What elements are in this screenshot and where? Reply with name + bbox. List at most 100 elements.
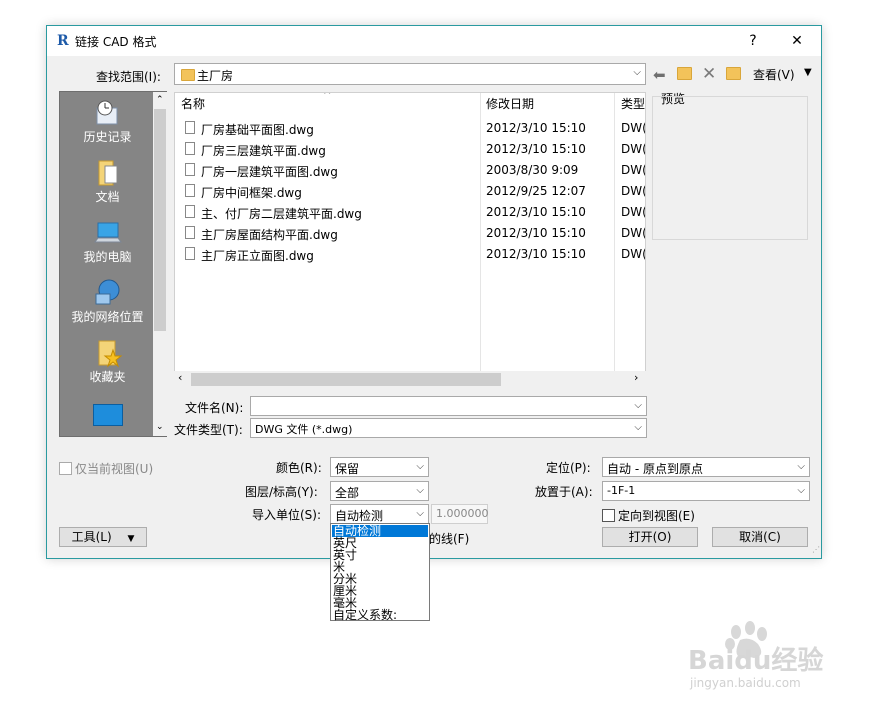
file-row[interactable]: 厂房一层建筑平面图.dwg 2003/8/30 9:09 DW( [175, 160, 646, 181]
units-dropdown-list: 自动检测 英尺 英寸 米 分米 厘米 毫米 自定义系数: [330, 523, 430, 621]
units-factor-field[interactable]: 1.000000 [431, 504, 489, 524]
filetype-combo[interactable]: DWG 文件 (*.dwg) ⌵ [250, 418, 647, 438]
column-header-date[interactable]: 修改日期 [486, 93, 534, 115]
view-menu[interactable]: 查看(V) [753, 66, 795, 83]
checkbox-box[interactable] [59, 462, 72, 475]
file-date: 2012/3/10 15:10 [486, 142, 586, 156]
scroll-left-icon[interactable]: ‹ [178, 371, 182, 384]
computer-icon [93, 218, 123, 248]
file-row[interactable]: 厂房三层建筑平面.dwg 2012/3/10 15:10 DW( [175, 139, 646, 160]
preview-pane [652, 96, 808, 240]
layers-label: 图层/标高(Y): [245, 485, 318, 499]
title-bar: R 链接 CAD 格式 ? ✕ [47, 26, 821, 56]
filename-input[interactable]: ⌵ [250, 396, 647, 416]
file-list: 名称 ^ 修改日期 类型 厂房基础平面图.dwg 2012/3/10 15:10… [174, 92, 646, 388]
file-row[interactable]: 厂房基础平面图.dwg 2012/3/10 15:10 DW( [175, 118, 646, 139]
place-label: 历史记录 [83, 130, 132, 144]
folder-icon [181, 69, 195, 81]
lookin-label: 查找范围(I): [96, 70, 161, 84]
file-type: DW( [621, 205, 646, 219]
network-icon [93, 278, 123, 308]
units-option[interactable]: 英寸 [333, 549, 427, 561]
file-type: DW( [621, 163, 646, 177]
scroll-right-icon[interactable]: › [634, 371, 638, 384]
file-date: 2012/3/10 15:10 [486, 121, 586, 135]
baidu-watermark: Baidu经验 jingyan.baidu.com [688, 618, 848, 691]
resize-grip-icon[interactable]: ⋰ [812, 545, 820, 554]
dropdown-arrow-icon: ▼ [127, 534, 135, 544]
file-icon [185, 184, 195, 197]
chevron-down-icon[interactable]: ⌵ [634, 400, 642, 411]
open-button[interactable]: 打开(O) [602, 527, 698, 547]
delete-icon[interactable]: ✕ [702, 64, 716, 84]
revit-logo-icon: R [57, 33, 69, 49]
tools-button-label: 工具(L) [71, 530, 112, 544]
back-icon[interactable]: ⬅ [653, 66, 666, 84]
file-type: DW( [621, 226, 646, 240]
place-favorites[interactable]: 收藏夹 [60, 338, 155, 385]
window-title: 链接 CAD 格式 [75, 35, 157, 49]
file-row[interactable]: 主厂房屋面结构平面.dwg 2012/3/10 15:10 DW( [175, 223, 646, 244]
view-dropdown-arrow-icon[interactable]: ▼ [804, 67, 812, 78]
places-scrollbar[interactable]: ⌃ ⌄ [153, 92, 167, 436]
units-option[interactable]: 自定义系数: [333, 609, 427, 621]
tools-button[interactable]: 工具(L) ▼ [59, 527, 147, 547]
column-header-type[interactable]: 类型 [621, 93, 645, 115]
file-name: 主厂房屋面结构平面.dwg [201, 228, 338, 242]
hscroll-thumb[interactable] [191, 373, 501, 386]
file-row[interactable]: 主、付厂房二层建筑平面.dwg 2012/3/10 15:10 DW( [175, 202, 646, 223]
up-folder-icon[interactable] [677, 67, 692, 83]
chevron-down-icon: ⌵ [633, 67, 641, 78]
file-row[interactable]: 厂房中间框架.dwg 2012/9/25 12:07 DW( [175, 181, 645, 202]
file-type: DW( [621, 121, 646, 135]
place-computer[interactable]: 我的电脑 [60, 218, 155, 265]
help-button[interactable]: ? [733, 26, 773, 56]
orient-to-view-checkbox[interactable]: 定向到视图(E) [602, 507, 695, 524]
file-row[interactable]: 主厂房正立面图.dwg 2012/3/10 15:10 DW( [175, 244, 645, 265]
units-value: 自动检测 [335, 509, 384, 523]
cancel-button[interactable]: 取消(C) [712, 527, 808, 547]
place-at-combo[interactable]: -1F-1 ⌵ [602, 481, 810, 501]
file-icon [185, 121, 195, 134]
place-network[interactable]: 我的网络位置 [60, 278, 155, 325]
place-documents[interactable]: 文档 [60, 158, 155, 205]
lines-label: 的线(F) [429, 532, 470, 546]
file-icon [185, 226, 195, 239]
scroll-up-icon[interactable]: ⌃ [156, 95, 164, 105]
file-name: 厂房中间框架.dwg [201, 186, 302, 200]
place-history[interactable]: 历史记录 [60, 98, 155, 145]
scroll-thumb[interactable] [154, 109, 166, 331]
lookin-combo[interactable]: 主厂房 ⌵ [174, 63, 646, 85]
file-type: DW( [621, 142, 646, 156]
desktop-icon[interactable] [93, 404, 123, 426]
places-bar: 历史记录 文档 我的电脑 我的网络位置 收藏夹 ⌃ ⌄ [59, 91, 167, 437]
file-name: 厂房基础平面图.dwg [201, 123, 314, 137]
chevron-down-icon[interactable]: ⌵ [634, 422, 642, 433]
place-at-label: 放置于(A): [535, 485, 593, 499]
new-folder-icon[interactable] [726, 67, 741, 83]
column-header-name[interactable]: 名称 [181, 93, 205, 115]
checkbox-box[interactable] [602, 509, 615, 522]
chevron-down-icon: ⌵ [797, 485, 805, 496]
favorites-icon [93, 338, 123, 368]
file-icon [185, 163, 195, 176]
layers-combo[interactable]: 全部 ⌵ [330, 481, 429, 501]
file-list-hscrollbar[interactable]: ‹ › [174, 371, 646, 388]
file-icon [185, 142, 195, 155]
watermark-brand: Baidu经验 [688, 646, 824, 676]
position-combo[interactable]: 自动 - 原点到原点 ⌵ [602, 457, 810, 477]
file-date: 2012/9/25 12:07 [486, 184, 586, 198]
units-combo[interactable]: 自动检测 ⌵ [330, 504, 429, 524]
current-view-checkbox[interactable]: 仅当前视图(U) [59, 460, 153, 477]
place-label: 我的网络位置 [71, 310, 144, 324]
scroll-down-icon[interactable]: ⌄ [156, 422, 164, 432]
lookin-value: 主厂房 [197, 69, 234, 83]
position-label: 定位(P): [546, 461, 591, 475]
file-icon [185, 247, 195, 260]
sort-arrow-icon: ^ [323, 92, 332, 101]
units-label: 导入单位(S): [252, 508, 322, 522]
color-combo[interactable]: 保留 ⌵ [330, 457, 429, 477]
file-icon [185, 205, 195, 218]
filetype-value: DWG 文件 (*.dwg) [255, 423, 353, 436]
close-button[interactable]: ✕ [777, 26, 817, 56]
